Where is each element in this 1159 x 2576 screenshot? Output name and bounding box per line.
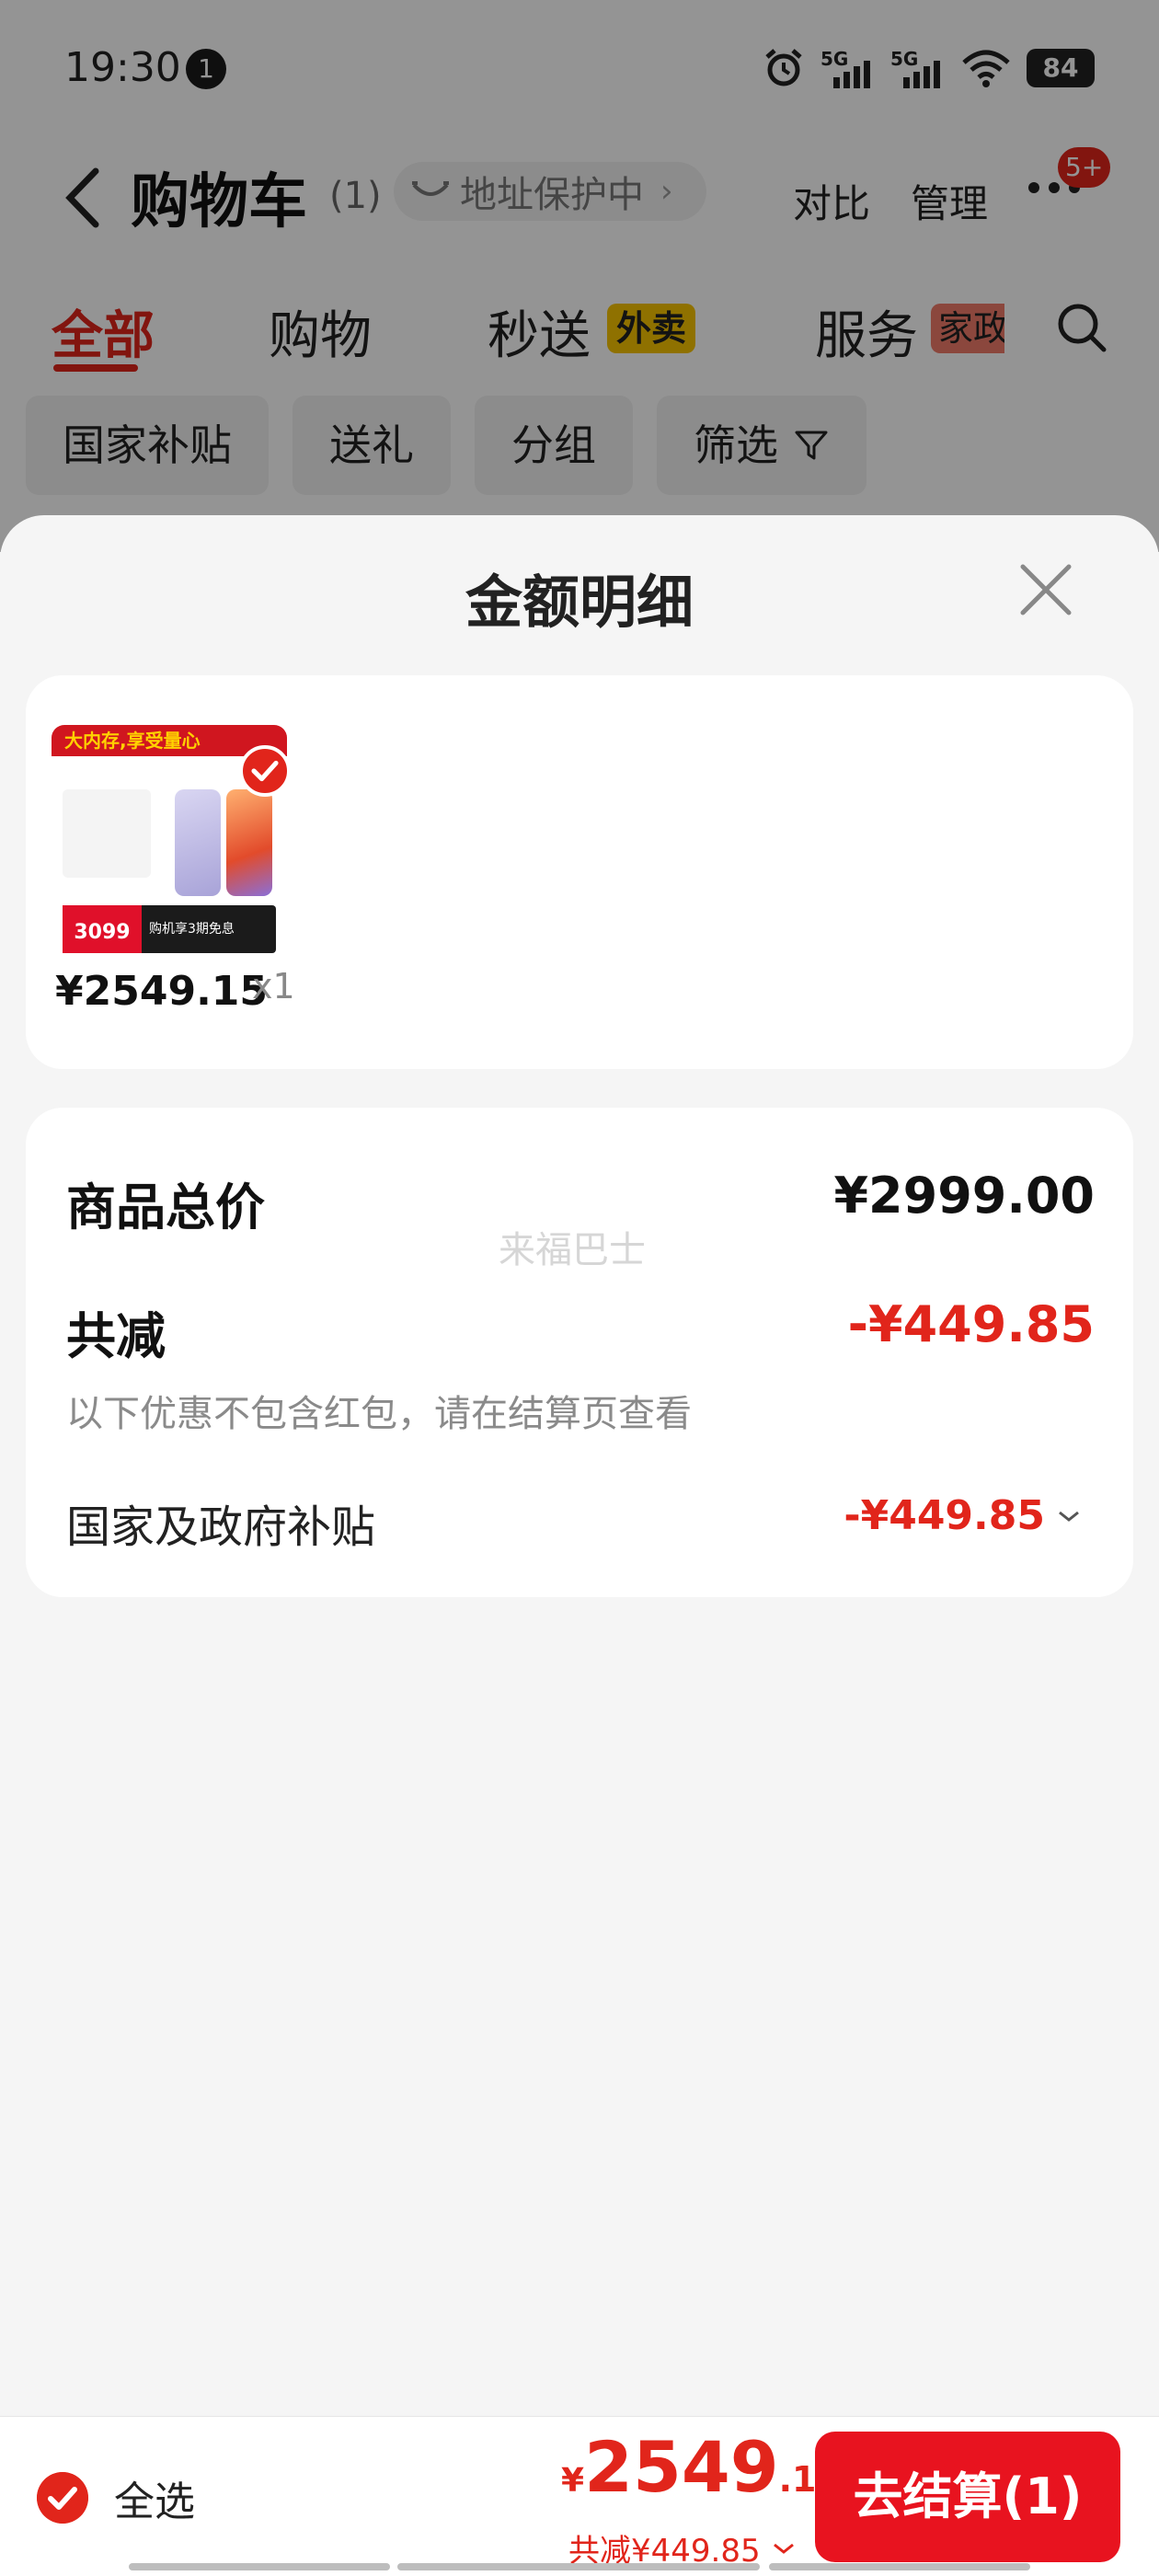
select-all-toggle[interactable]: 全选 [37,2468,195,2527]
gesture-bar-left [129,2563,390,2570]
subsidy-value: -¥449.85 [843,1492,1045,1539]
total-currency: ¥ [561,2462,585,2500]
gesture-bar-center [397,2563,760,2570]
close-icon[interactable] [1014,558,1078,622]
amount-detail-sheet: 金额明细 大内存,享受量心 3099 购机享3期免息 ¥2549.15 x1 商… [0,515,1159,2576]
discount-value: -¥449.85 [847,1295,1095,1353]
thumbnail-price-bar: 3099 购机享3期免息 [63,905,276,953]
watermark: 来福巴士 [499,1229,646,1271]
checkout-button[interactable]: 去结算(1) [815,2432,1120,2562]
gesture-bar-right [769,2563,1030,2570]
thumbnail-info-box [63,789,151,878]
selected-check-icon [239,745,287,797]
chevron-down-icon [1059,1511,1079,1522]
checkout-bar: 全选 ¥2549.15 共减¥449.85 去结算(1) [0,2416,1159,2576]
discount-note: 以下优惠不包含红包，请在结算页查看 [66,1393,692,1435]
subsidy-label: 国家及政府补贴 [66,1501,376,1553]
select-all-check-icon [37,2472,88,2524]
total-integer: 2549 [584,2426,779,2508]
sheet-title: 金额明细 [465,569,694,636]
phone-image-orange [226,789,272,896]
chevron-down-icon [773,2543,794,2554]
total-price-value: ¥2999.00 [833,1167,1095,1225]
product-thumbnail[interactable]: 大内存,享受量心 3099 购机享3期免息 [52,725,287,960]
phone-image-purple [175,789,221,896]
thumbnail-price: 3099 [63,905,142,953]
total-amount: ¥2549.15 [561,2426,841,2508]
discount-label: 共减 [66,1307,166,1365]
subsidy-value-toggle[interactable]: -¥449.85 [843,1492,1082,1539]
product-quantity: x1 [252,966,295,1006]
price-summary-card: 商品总价 ¥2999.00 来福巴士 共减 -¥449.85 以下优惠不包含红包… [26,1108,1133,1597]
modal-overlay[interactable] [0,0,1159,552]
product-card: 大内存,享受量心 3099 购机享3期免息 ¥2549.15 x1 [26,675,1133,1069]
select-all-label: 全选 [114,2478,195,2525]
product-price: ¥2549.15 [55,968,269,1015]
thumbnail-note: 购机享3期免息 [149,922,235,937]
total-price-label: 商品总价 [66,1179,265,1236]
cart-page: 19:30 1 5G 5G 84 购物车 (1) 地址保护中 › 对比 管理 5… [0,0,1159,2576]
